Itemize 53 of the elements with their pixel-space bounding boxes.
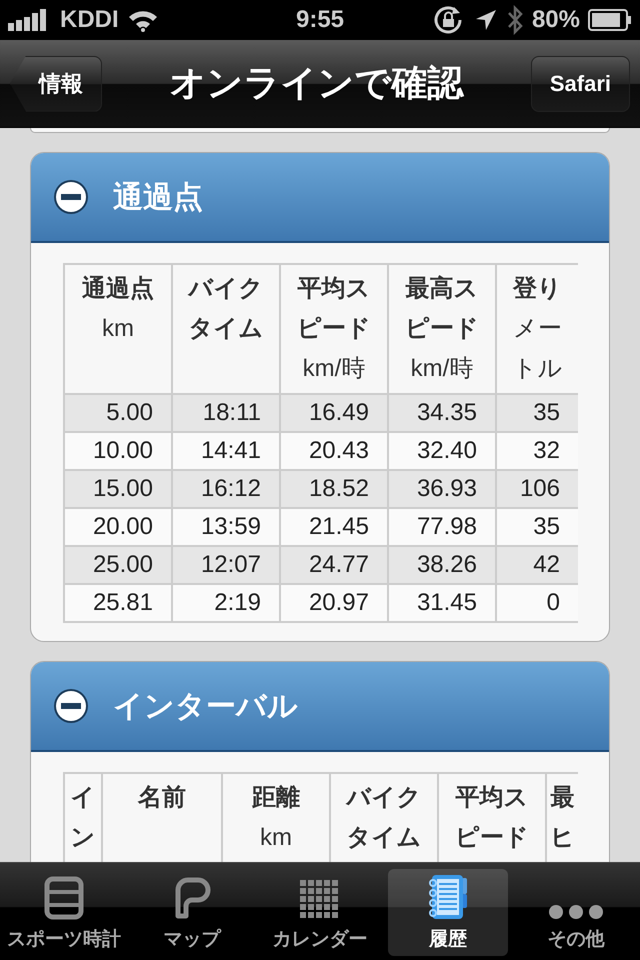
tab-item[interactable]: マップ xyxy=(132,869,252,956)
more-icon xyxy=(548,904,604,920)
table-cell: 2:19 xyxy=(172,584,280,622)
table-cell: 77.98 xyxy=(388,508,496,546)
battery-icon xyxy=(588,9,632,31)
table-cell: 12:07 xyxy=(172,546,280,584)
table-cell: 0 xyxy=(496,584,578,622)
bluetooth-icon xyxy=(506,5,524,35)
back-button[interactable]: 情報 xyxy=(10,56,102,112)
grid-icon xyxy=(300,880,340,920)
table-cell: 18:11 xyxy=(172,394,280,432)
table-cell: 106 xyxy=(496,470,578,508)
table-cell: 15.00 xyxy=(64,470,172,508)
table-cell: 36.93 xyxy=(388,470,496,508)
tab-item[interactable]: スポーツ時計 xyxy=(4,869,124,956)
table-cell: 5.00 xyxy=(64,394,172,432)
table-cell: 18.52 xyxy=(280,470,388,508)
battery-percent: 80% xyxy=(532,6,580,34)
table-cell: 24.77 xyxy=(280,546,388,584)
table-cell: 20.97 xyxy=(280,584,388,622)
table-cell: 32 xyxy=(496,432,578,470)
table-cell: 34.35 xyxy=(388,394,496,432)
table-cell: 20.43 xyxy=(280,432,388,470)
table-cell: 13:59 xyxy=(172,508,280,546)
table-cell: 31.45 xyxy=(388,584,496,622)
location-icon xyxy=(474,8,498,32)
table-cell: 35 xyxy=(496,394,578,432)
notebook-icon xyxy=(428,874,468,920)
table-cell: 38.26 xyxy=(388,546,496,584)
minus-icon xyxy=(53,688,89,724)
table-cell: 10.00 xyxy=(64,432,172,470)
table-cell: 25.81 xyxy=(64,584,172,622)
table-cell: 21.45 xyxy=(280,508,388,546)
table-cell: 42 xyxy=(496,546,578,584)
table-cell: 14:41 xyxy=(172,432,280,470)
section-title: 通過点 xyxy=(113,180,203,216)
table-cell: 16:12 xyxy=(172,470,280,508)
screen-title: オンラインで確認 xyxy=(169,61,464,105)
tab-item[interactable]: カレンダー xyxy=(260,869,380,956)
section-title: インターバル xyxy=(113,688,298,724)
tab-item[interactable]: その他 xyxy=(516,869,636,956)
safari-button[interactable]: Safari xyxy=(530,56,630,112)
table-cell: 32.40 xyxy=(388,432,496,470)
carrier-name: KDDI xyxy=(60,6,119,34)
table-cell: 35 xyxy=(496,508,578,546)
table-cell: 16.49 xyxy=(280,394,388,432)
tab-item[interactable]: 履歴 xyxy=(388,869,508,956)
minus-icon xyxy=(53,179,89,215)
panel-icon xyxy=(44,876,84,920)
clock-time: 9:55 xyxy=(296,6,344,34)
table-cell: 20.00 xyxy=(64,508,172,546)
table-cell: 25.00 xyxy=(64,546,172,584)
column-header: 通過点 km xyxy=(64,264,172,394)
